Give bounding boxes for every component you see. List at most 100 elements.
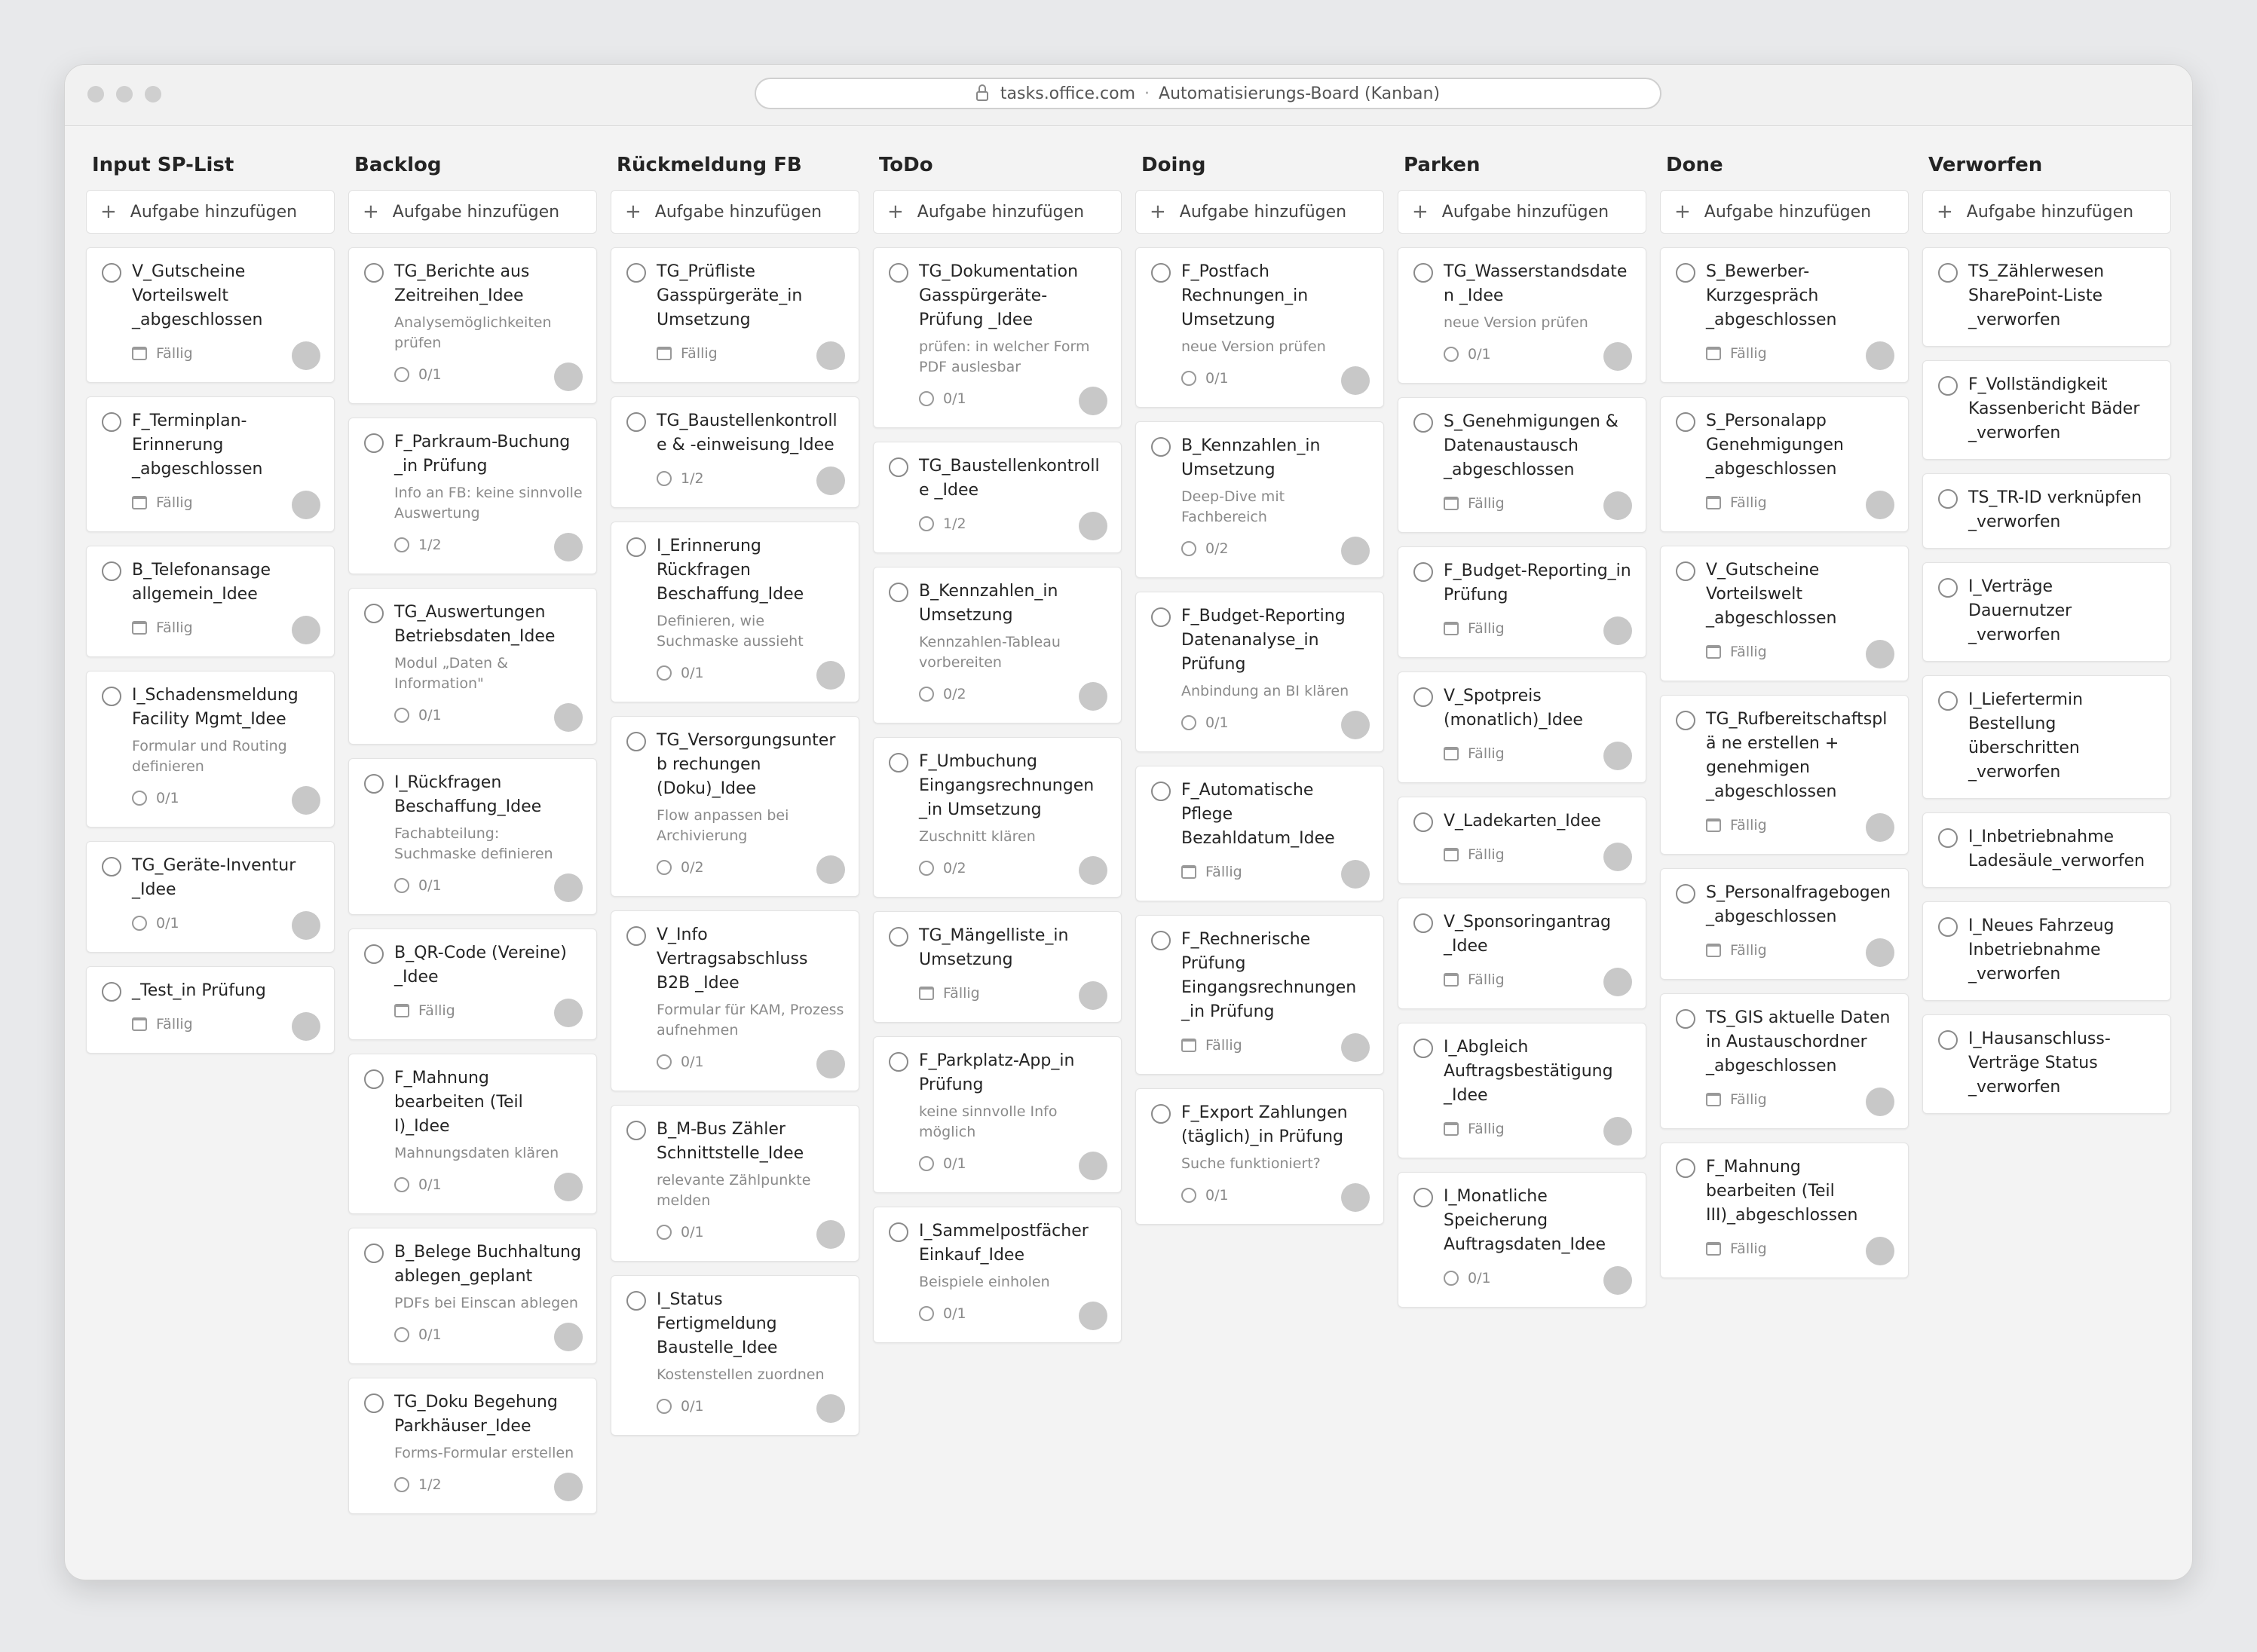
assignee-avatar[interactable]	[1603, 1117, 1632, 1146]
assignee-avatar[interactable]	[816, 1394, 845, 1423]
window-minimize-dot[interactable]	[116, 86, 133, 102]
complete-checkbox[interactable]	[1413, 913, 1433, 933]
task-card[interactable]: V_Spotpreis (monatlich)_Idee Fällig	[1398, 672, 1646, 783]
task-card[interactable]: F_Postfach Rechnungen_in Umsetzung neue V…	[1135, 247, 1384, 408]
complete-checkbox[interactable]	[1938, 917, 1958, 937]
task-card[interactable]: TG_Berichte aus Zeitreihen_Idee Analysemö…	[348, 247, 597, 404]
complete-checkbox[interactable]	[889, 927, 908, 947]
assignee-avatar[interactable]	[1603, 742, 1632, 770]
assignee-avatar[interactable]	[292, 786, 320, 815]
assignee-avatar[interactable]	[1079, 981, 1107, 1010]
task-card[interactable]: TG_Geräte-Inventur _Idee 0/1	[86, 841, 335, 953]
complete-checkbox[interactable]	[102, 263, 121, 283]
assignee-avatar[interactable]	[1603, 1266, 1632, 1295]
assignee-avatar[interactable]	[816, 341, 845, 370]
complete-checkbox[interactable]	[1938, 691, 1958, 711]
task-card[interactable]: TS_Zählerwesen SharePoint-Liste _verworf…	[1922, 247, 2171, 347]
assignee-avatar[interactable]	[1079, 512, 1107, 540]
task-card[interactable]: S_Genehmigungen & Datenaustausch _abgesc…	[1398, 397, 1646, 533]
task-card[interactable]: TG_Dokumentation Gasspürgeräte-Prüfung _…	[873, 247, 1122, 428]
task-card[interactable]: TS_GIS aktuelle Daten in Austauschordner…	[1660, 993, 1909, 1129]
complete-checkbox[interactable]	[1151, 931, 1171, 950]
task-card[interactable]: I_Abgleich Auftragsbestätigung _Idee Fäll…	[1398, 1023, 1646, 1158]
complete-checkbox[interactable]	[889, 753, 908, 772]
complete-checkbox[interactable]	[102, 412, 121, 432]
assignee-avatar[interactable]	[1603, 616, 1632, 645]
task-card[interactable]: F_Budget-Reporting Datenanalyse_in Prüfu…	[1135, 592, 1384, 752]
address-bar[interactable]: tasks.office.com · Automatisierungs-Boar…	[755, 78, 1661, 109]
task-card[interactable]: F_Mahnung bearbeiten (Teil III)_abgeschl…	[1660, 1143, 1909, 1278]
complete-checkbox[interactable]	[1938, 828, 1958, 848]
complete-checkbox[interactable]	[102, 687, 121, 706]
add-task-button[interactable]: + Aufgabe hinzufügen	[1922, 190, 2171, 234]
task-card[interactable]: F_Export Zahlungen (täglich)_in Prüfung S…	[1135, 1088, 1384, 1225]
task-card[interactable]: F_Vollständigkeit Kassenbericht Bäder _v…	[1922, 360, 2171, 460]
complete-checkbox[interactable]	[102, 982, 121, 1002]
assignee-avatar[interactable]	[1079, 682, 1107, 711]
task-card[interactable]: I_Schadensmeldung Facility Mgmt_Idee Form…	[86, 671, 335, 828]
task-card[interactable]: F_Parkplatz-App_in Prüfung keine sinnvoll…	[873, 1036, 1122, 1193]
task-card[interactable]: I_Inbetriebnahme Ladesäule_verworfen	[1922, 812, 2171, 888]
complete-checkbox[interactable]	[626, 1121, 646, 1140]
window-maximize-dot[interactable]	[145, 86, 161, 102]
complete-checkbox[interactable]	[364, 944, 384, 964]
complete-checkbox[interactable]	[364, 1393, 384, 1413]
complete-checkbox[interactable]	[102, 857, 121, 876]
assignee-avatar[interactable]	[292, 491, 320, 519]
assignee-avatar[interactable]	[292, 911, 320, 940]
add-task-button[interactable]: + Aufgabe hinzufügen	[348, 190, 597, 234]
assignee-avatar[interactable]	[1603, 968, 1632, 996]
complete-checkbox[interactable]	[889, 583, 908, 602]
assignee-avatar[interactable]	[1866, 1088, 1894, 1116]
task-card[interactable]: V_Ladekarten_Idee Fällig	[1398, 797, 1646, 884]
task-card[interactable]: I_Liefertermin Bestellung überschritten …	[1922, 675, 2171, 799]
task-card[interactable]: TG_Doku Begehung Parkhäuser_Idee Forms-Fo…	[348, 1378, 597, 1514]
complete-checkbox[interactable]	[364, 1244, 384, 1263]
complete-checkbox[interactable]	[1413, 413, 1433, 433]
assignee-avatar[interactable]	[1866, 491, 1894, 519]
assignee-avatar[interactable]	[1603, 843, 1632, 871]
complete-checkbox[interactable]	[1151, 263, 1171, 283]
assignee-avatar[interactable]	[1866, 1237, 1894, 1265]
add-task-button[interactable]: + Aufgabe hinzufügen	[1660, 190, 1909, 234]
complete-checkbox[interactable]	[1938, 489, 1958, 509]
add-task-button[interactable]: + Aufgabe hinzufügen	[873, 190, 1122, 234]
task-card[interactable]: F_Budget-Reporting_in Prüfung Fällig	[1398, 546, 1646, 658]
complete-checkbox[interactable]	[1938, 578, 1958, 598]
complete-checkbox[interactable]	[1413, 687, 1433, 707]
task-card[interactable]: I_Rückfragen Beschaffung_Idee Fachabteilu…	[348, 758, 597, 915]
assignee-avatar[interactable]	[554, 999, 583, 1027]
assignee-avatar[interactable]	[1341, 366, 1370, 395]
assignee-avatar[interactable]	[554, 873, 583, 902]
complete-checkbox[interactable]	[889, 1052, 908, 1072]
task-card[interactable]: I_Hausanschluss-Verträge Status _verworf…	[1922, 1014, 2171, 1114]
add-task-button[interactable]: + Aufgabe hinzufügen	[611, 190, 859, 234]
assignee-avatar[interactable]	[816, 661, 845, 690]
complete-checkbox[interactable]	[626, 732, 646, 751]
assignee-avatar[interactable]	[554, 363, 583, 391]
task-card[interactable]: I_Sammelpostfächer Einkauf_Idee Beispiele…	[873, 1207, 1122, 1343]
complete-checkbox[interactable]	[1676, 561, 1695, 581]
complete-checkbox[interactable]	[364, 1069, 384, 1089]
assignee-avatar[interactable]	[292, 1012, 320, 1041]
complete-checkbox[interactable]	[1413, 263, 1433, 283]
assignee-avatar[interactable]	[1341, 537, 1370, 565]
assignee-avatar[interactable]	[816, 467, 845, 495]
complete-checkbox[interactable]	[889, 457, 908, 477]
complete-checkbox[interactable]	[1676, 1009, 1695, 1029]
task-card[interactable]: S_Bewerber-Kurzgespräch _abgeschlossen Fä…	[1660, 247, 1909, 383]
task-card[interactable]: TS_TR-ID verknüpfen _verworfen	[1922, 473, 2171, 549]
task-card[interactable]: V_Sponsoringantrag _Idee Fällig	[1398, 898, 1646, 1009]
assignee-avatar[interactable]	[554, 703, 583, 732]
assignee-avatar[interactable]	[1341, 1033, 1370, 1062]
complete-checkbox[interactable]	[1413, 1188, 1433, 1207]
complete-checkbox[interactable]	[364, 604, 384, 623]
assignee-avatar[interactable]	[816, 855, 845, 884]
assignee-avatar[interactable]	[1866, 341, 1894, 370]
task-card[interactable]: B_Telefonansage allgemein_Idee Fällig	[86, 546, 335, 657]
assignee-avatar[interactable]	[1866, 938, 1894, 967]
complete-checkbox[interactable]	[102, 561, 121, 581]
complete-checkbox[interactable]	[1676, 263, 1695, 283]
assignee-avatar[interactable]	[816, 1220, 845, 1249]
assignee-avatar[interactable]	[554, 533, 583, 561]
